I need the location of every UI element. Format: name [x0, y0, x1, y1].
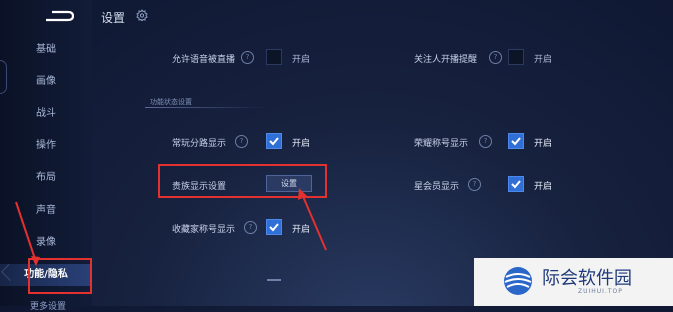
branch-route-label: 常玩分路显示 [172, 139, 227, 149]
follow-live-checkbox[interactable] [508, 49, 524, 65]
watermark-name: 际会软件园 [542, 268, 632, 289]
site-logo-icon [504, 267, 532, 295]
sidebar-item-controls[interactable]: 操作 [0, 135, 92, 157]
help-icon[interactable]: ? [489, 51, 502, 64]
watermark: 际会软件园 ZUIHUI.TOP [474, 258, 673, 306]
help-icon[interactable]: ? [468, 178, 481, 191]
star-member-checkbox[interactable] [508, 176, 524, 192]
star-member-state: 开启 [534, 182, 553, 192]
honor-title-state: 开启 [534, 139, 553, 149]
section-divider [145, 107, 265, 108]
collector-label: 收藏家称号显示 [172, 225, 236, 235]
branch-route-state: 开启 [292, 139, 311, 149]
sidebar-item-combat[interactable]: 战斗 [0, 103, 92, 125]
red-arrow-noble-icon [298, 188, 327, 251]
scroll-indicator [267, 279, 281, 281]
help-icon[interactable]: ? [241, 51, 254, 64]
section-title: 功能状态设置 [150, 98, 192, 106]
honor-title-label: 荣耀称号显示 [414, 139, 469, 149]
branch-route-checkbox[interactable] [266, 133, 282, 149]
help-icon[interactable]: ? [244, 221, 257, 234]
follow-live-state: 开启 [534, 55, 553, 65]
help-icon[interactable]: ? [235, 135, 248, 148]
sidebar-item-layout[interactable]: 布局 [0, 167, 92, 189]
honor-title-checkbox[interactable] [508, 133, 524, 149]
sidebar-item-graphics[interactable]: 画像 [0, 71, 92, 93]
page-title: 设置 [101, 11, 126, 25]
follow-live-label: 关注人开播提醒 [414, 55, 478, 65]
gear-icon[interactable] [136, 9, 148, 21]
collector-checkbox[interactable] [266, 219, 282, 235]
voice-live-state: 开启 [292, 55, 311, 65]
sidebar-item-basic[interactable]: 基础 [0, 39, 92, 61]
watermark-url: ZUIHUI.TOP [578, 288, 623, 295]
voice-live-checkbox[interactable] [266, 49, 282, 65]
red-arrow-sidebar-icon [15, 201, 40, 266]
game-logo-icon [46, 10, 74, 22]
collapse-handle[interactable] [0, 60, 7, 94]
collector-state: 开启 [292, 225, 311, 235]
voice-live-label: 允许语音被直播 [172, 55, 236, 65]
star-member-label: 星会员显示 [414, 182, 460, 192]
help-icon[interactable]: ? [479, 135, 492, 148]
